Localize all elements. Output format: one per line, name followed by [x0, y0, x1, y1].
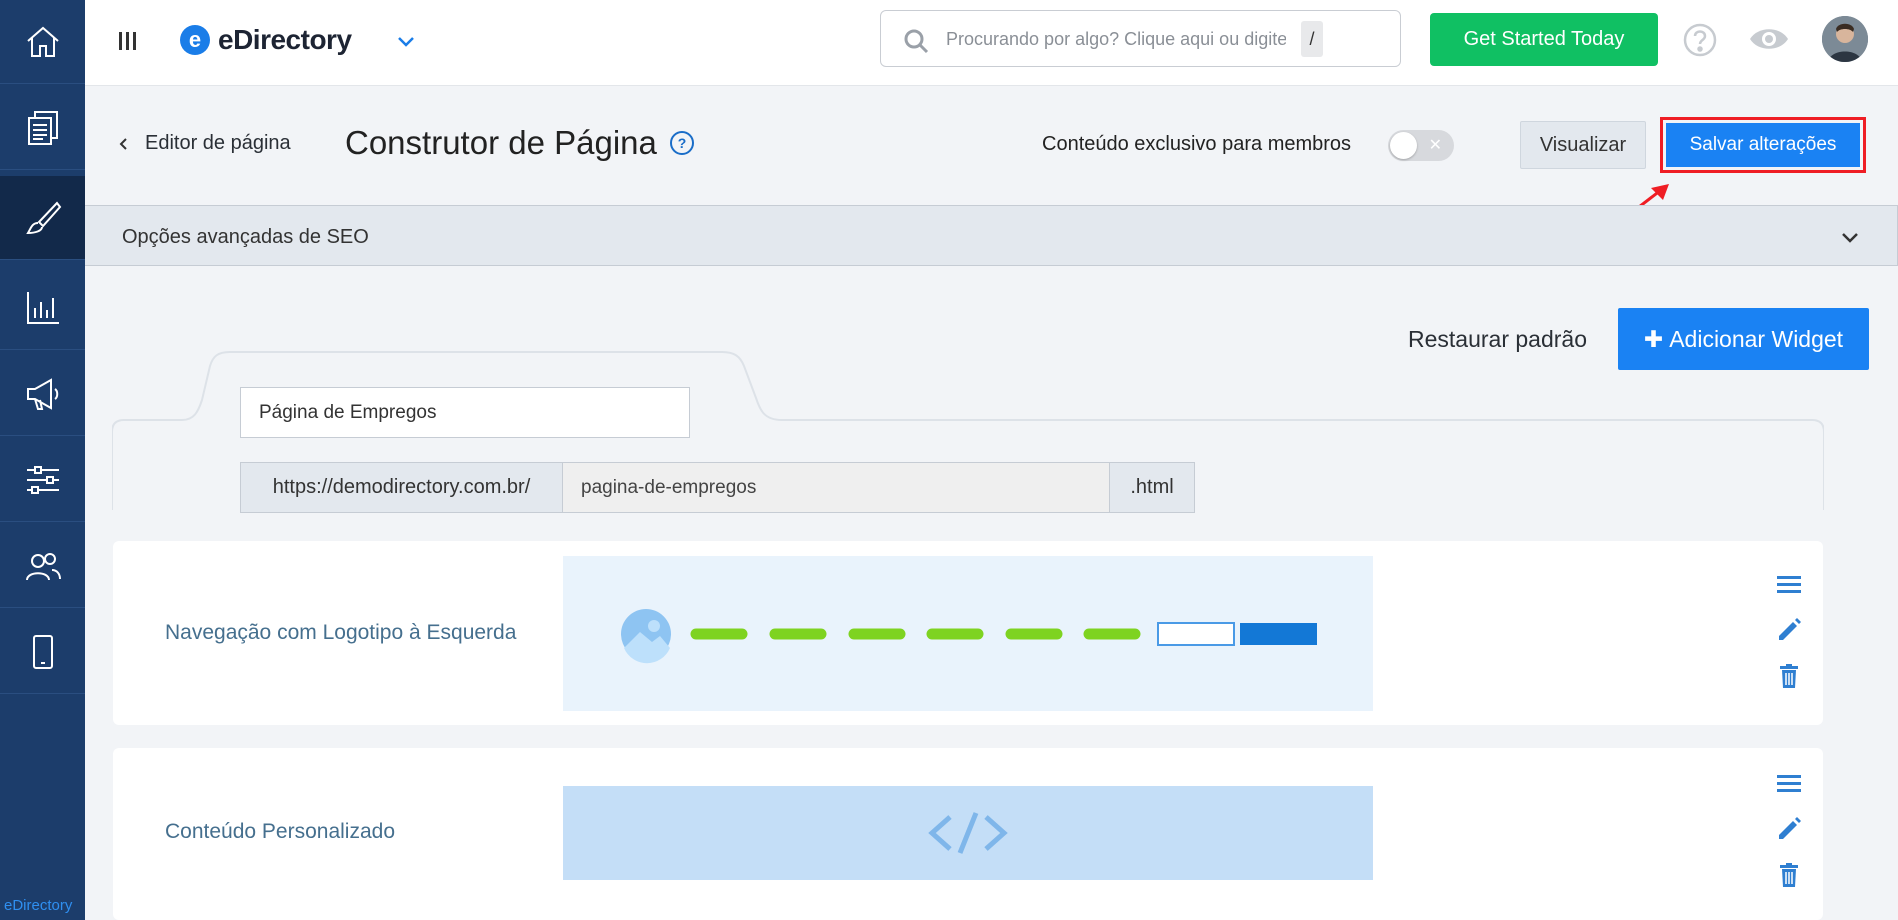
sidebar-item-reports[interactable] [0, 266, 85, 350]
sidebar-item-design[interactable] [0, 176, 85, 260]
sidebar-item-content[interactable] [0, 86, 85, 170]
seo-options-panel[interactable]: Opções avançadas de SEO [85, 205, 1898, 266]
preview-button[interactable]: Visualizar [1520, 121, 1646, 169]
megaphone-icon [26, 377, 58, 410]
sidebar-item-mobile[interactable] [0, 610, 85, 694]
edit-pencil-icon[interactable] [1775, 616, 1803, 644]
code-brackets-icon [928, 812, 1008, 854]
search-shortcut-key: / [1301, 21, 1323, 57]
page-title: Construtor de Página [345, 124, 657, 161]
sidebar: eDirectory [0, 0, 85, 920]
sidebar-item-promote[interactable] [0, 352, 85, 436]
users-icon [25, 552, 61, 580]
get-started-button[interactable]: Get Started Today [1430, 13, 1658, 66]
drag-handle-icon[interactable] [1775, 770, 1803, 798]
toggle-off-icon: ✕ [1428, 137, 1442, 154]
logo-text: eDirectory [218, 24, 352, 55]
page-name-input[interactable] [240, 387, 690, 438]
members-only-label: Conteúdo exclusivo para membros [1042, 133, 1352, 155]
search-box[interactable]: / [880, 10, 1401, 67]
widget-preview-custom-code [563, 786, 1373, 880]
bar-chart-icon [26, 291, 59, 324]
url-slug-input[interactable] [563, 463, 1110, 512]
widget-label: Conteúdo Personalizado [165, 820, 395, 843]
help-circle-icon[interactable] [1682, 22, 1718, 58]
restore-default-button[interactable]: Restaurar padrão [1408, 326, 1587, 353]
chevron-down-icon[interactable] [1839, 226, 1861, 248]
trash-icon[interactable] [1775, 662, 1803, 690]
widget-card-navigation: Navegação com Logotipo à Esquerda [113, 541, 1823, 725]
menu-toggle-button[interactable] [115, 28, 139, 54]
mobile-icon [32, 634, 53, 669]
url-suffix: .html [1110, 463, 1194, 512]
eye-icon[interactable] [1748, 24, 1790, 54]
chevron-left-icon [119, 137, 127, 150]
back-link-label: Editor de página [145, 132, 291, 154]
trash-icon[interactable] [1775, 861, 1803, 889]
plus-icon: ✚ [1643, 325, 1664, 352]
widget-label: Navegação com Logotipo à Esquerda [165, 621, 517, 644]
page-url-group: https://demodirectory.com.br/ .html [240, 462, 1195, 513]
documents-icon [27, 110, 58, 145]
widget-preview-navigation [563, 556, 1373, 711]
sliders-icon [26, 465, 59, 494]
user-avatar[interactable] [1822, 16, 1868, 62]
members-only-toggle[interactable]: ✕ [1388, 130, 1454, 161]
sidebar-item-home[interactable] [0, 0, 85, 84]
brand-logo[interactable]: e eDirectory [180, 24, 352, 56]
sidebar-item-users[interactable] [0, 524, 85, 608]
navigation-preview-graphic [621, 609, 1317, 664]
widget-card-custom-content: Conteúdo Personalizado [113, 748, 1823, 920]
home-icon [26, 26, 59, 57]
edit-pencil-icon[interactable] [1775, 815, 1803, 843]
sidebar-brand: eDirectory [4, 897, 73, 914]
top-header: e eDirectory / Get Started Today [85, 0, 1898, 86]
add-widget-label: Adicionar Widget [1669, 325, 1844, 352]
search-icon [904, 29, 929, 54]
url-prefix: https://demodirectory.com.br/ [241, 463, 563, 512]
seo-options-label: Opções avançadas de SEO [122, 226, 369, 248]
drag-handle-icon[interactable] [1775, 571, 1803, 599]
logo-badge-icon: e [180, 25, 210, 55]
search-input[interactable] [946, 25, 1286, 53]
sidebar-item-settings[interactable] [0, 438, 85, 522]
page-title-help-icon[interactable]: ? [670, 131, 694, 155]
back-to-page-editor-link[interactable]: Editor de página [117, 132, 291, 155]
save-changes-button[interactable]: Salvar alterações [1666, 123, 1860, 167]
brush-icon [25, 200, 61, 234]
chevron-down-icon[interactable] [395, 30, 417, 52]
